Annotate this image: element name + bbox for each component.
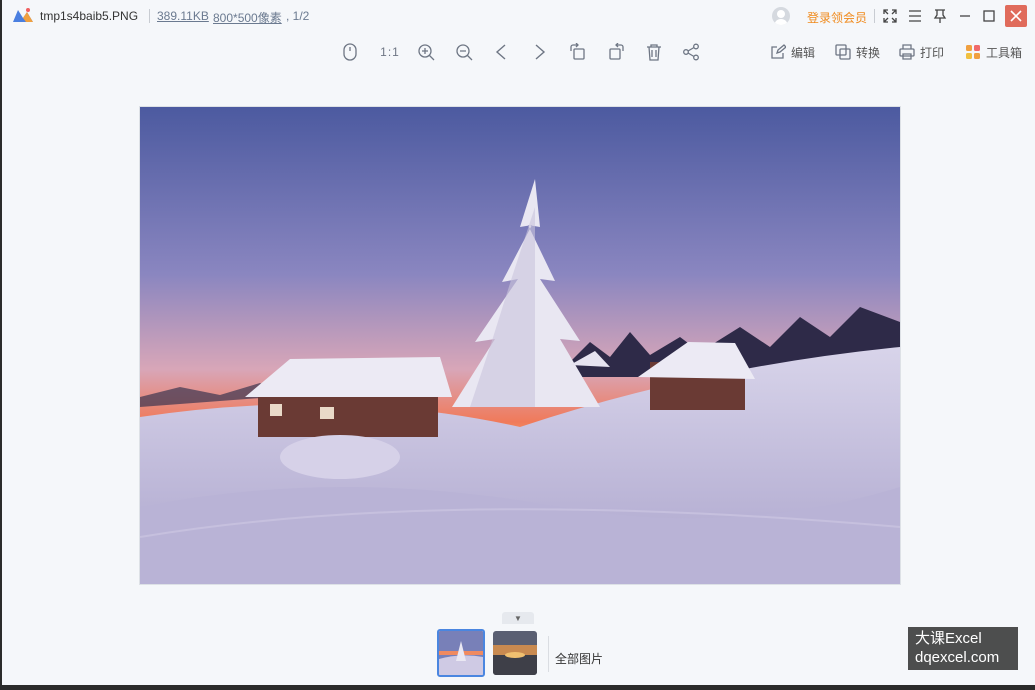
actual-size-button[interactable]: 1:1 (376, 41, 404, 63)
main-image[interactable] (139, 106, 901, 585)
winter-landscape-image (140, 107, 900, 584)
title-separator (149, 9, 150, 23)
menu-icon[interactable] (905, 6, 925, 26)
print-button[interactable]: 打印 (899, 41, 944, 63)
edit-icon (771, 44, 786, 59)
watermark-line-1: 大课Excel (915, 630, 982, 647)
file-size[interactable]: 389.11KB (157, 9, 209, 23)
fullscreen-icon[interactable] (880, 6, 900, 26)
thumbnail-separator (548, 636, 549, 672)
zoom-in-icon[interactable] (415, 41, 437, 63)
file-name: tmp1s4baib5.PNG (40, 9, 139, 23)
all-images-link[interactable]: 全部图片 (555, 650, 603, 667)
next-icon[interactable] (529, 41, 551, 63)
watermark-line-2: dqexcel.com (915, 649, 1000, 666)
page-indicator: , 1/2 (286, 9, 310, 23)
thumbnail-image (439, 631, 483, 675)
background-strip (0, 685, 1035, 690)
thumbnail-winter-cabins[interactable] (437, 629, 485, 677)
rotate-left-icon[interactable] (567, 41, 589, 63)
rotate-right-icon[interactable] (605, 41, 627, 63)
toolbox-button[interactable]: 工具箱 (965, 41, 1022, 63)
watermark: 大课Excel dqexcel.com (908, 627, 1018, 670)
title-bar: tmp1s4baib5.PNG 389.11KB 800*500像素 , 1/2… (2, 0, 1035, 32)
close-button[interactable] (1005, 5, 1027, 27)
close-icon (1010, 10, 1022, 22)
print-label: 打印 (920, 45, 945, 60)
zoom-out-icon[interactable] (453, 41, 475, 63)
toolbox-label: 工具箱 (986, 45, 1023, 60)
pin-icon[interactable] (930, 6, 950, 26)
delete-icon[interactable] (643, 41, 665, 63)
previous-icon[interactable] (490, 41, 512, 63)
title-separator (874, 9, 875, 23)
login-member-link[interactable]: 登录领会员 (807, 9, 867, 26)
minimize-icon[interactable] (955, 6, 975, 26)
viewer-toolbar: 1:1 编辑 转换 打印 工具箱 (2, 36, 1035, 66)
convert-button[interactable]: 转换 (835, 41, 880, 63)
app-logo-icon (13, 8, 33, 22)
image-viewer-window: tmp1s4baib5.PNG 389.11KB 800*500像素 , 1/2… (2, 0, 1035, 685)
convert-icon (835, 44, 851, 60)
maximize-icon[interactable] (979, 6, 999, 26)
convert-label: 转换 (856, 45, 881, 60)
edit-label: 编辑 (791, 45, 816, 60)
thumbnail-toggle[interactable]: ▼ (502, 612, 534, 624)
share-icon[interactable] (680, 41, 702, 63)
thumbnail-image (493, 631, 537, 675)
print-icon (899, 44, 915, 60)
mouse-mode-icon[interactable] (339, 41, 361, 63)
toolbox-icon (966, 45, 980, 59)
edit-button[interactable]: 编辑 (770, 41, 815, 63)
avatar[interactable] (772, 7, 790, 25)
thumbnail-sunset-sea[interactable] (493, 631, 537, 675)
image-dimensions[interactable]: 800*500像素 (213, 9, 282, 26)
